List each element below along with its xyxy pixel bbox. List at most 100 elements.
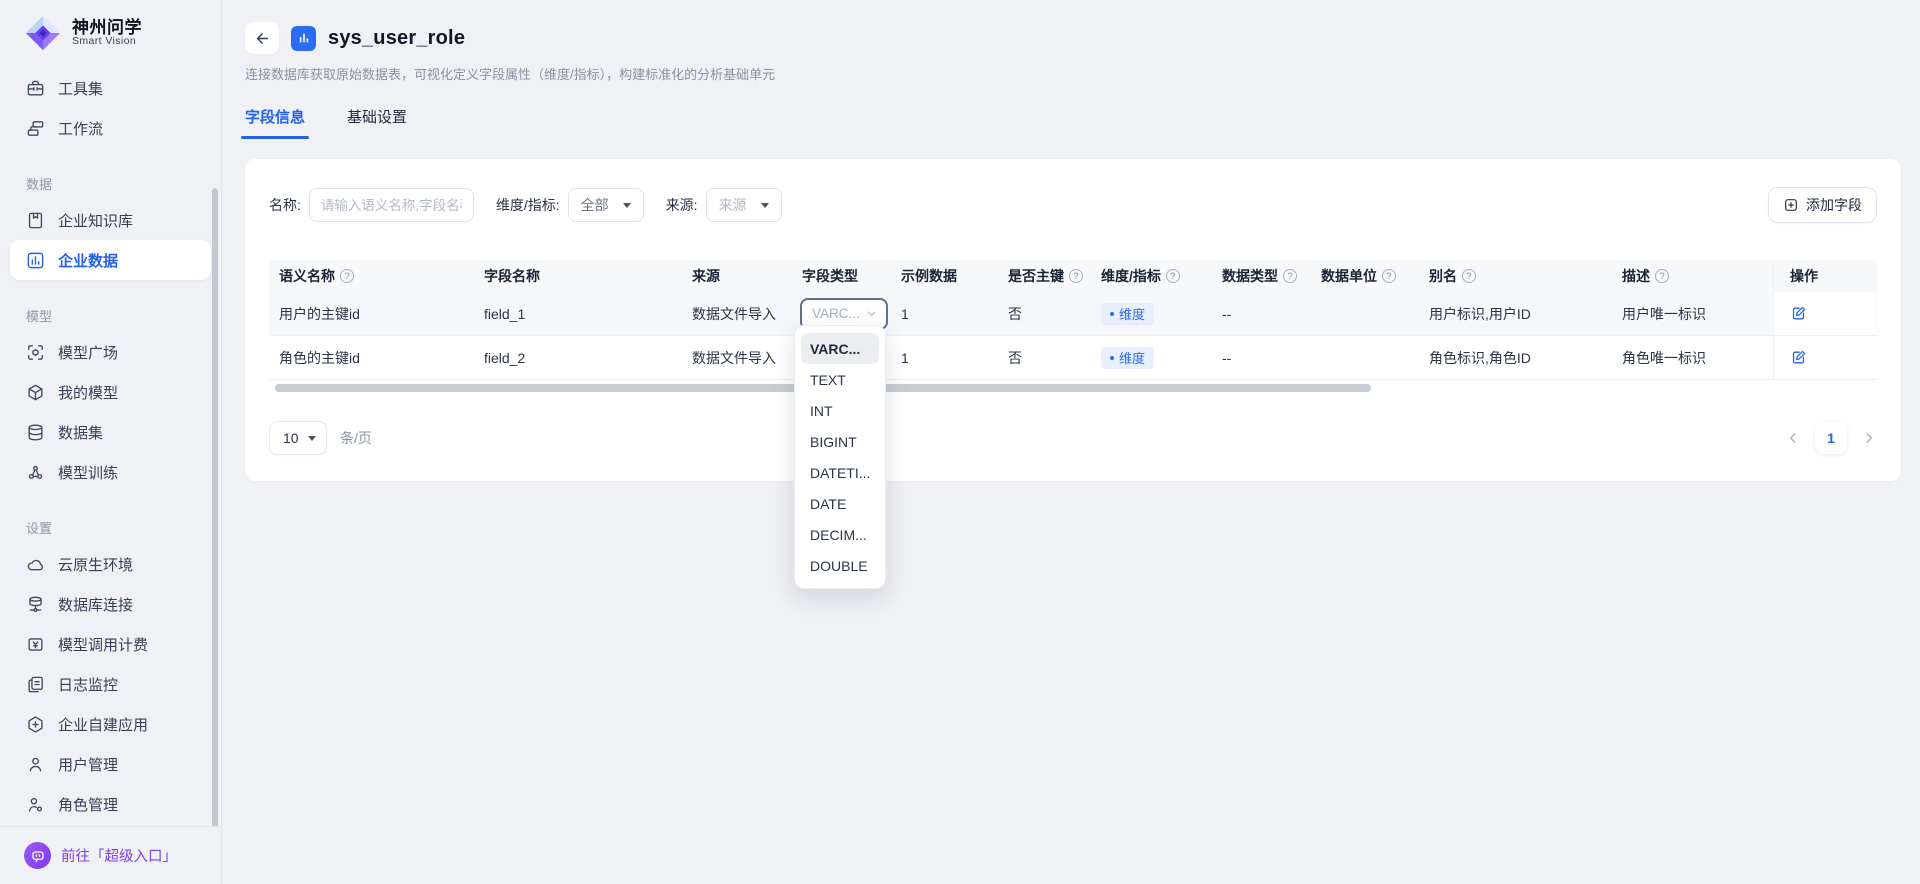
tab-basic-settings[interactable]: 基础设置	[347, 106, 407, 137]
dropdown-option-decimal[interactable]: DECIM...	[801, 519, 879, 550]
cell-source: 数据文件导入	[682, 336, 792, 379]
per-page-label: 条/页	[340, 428, 372, 448]
database-icon	[26, 423, 45, 442]
help-icon[interactable]: ?	[1655, 269, 1669, 283]
help-icon[interactable]: ?	[1382, 269, 1396, 283]
sidebar-item-model-plaza[interactable]: 模型广场	[10, 332, 211, 372]
sidebar-item-user-mgmt[interactable]: 用户管理	[10, 744, 211, 784]
name-search-input[interactable]	[309, 188, 474, 222]
sidebar-item-label: 日志监控	[58, 674, 118, 695]
sidebar-item-log-monitor[interactable]: 日志监控	[10, 664, 211, 704]
active-tab-underline	[241, 136, 309, 139]
sidebar-item-role-mgmt[interactable]: 角色管理	[10, 784, 211, 824]
dropdown-option-datetime[interactable]: DATETI...	[801, 457, 879, 488]
main-content: sys_user_role 连接数据库获取原始数据表，可视化定义字段属性（维度/…	[222, 0, 1920, 884]
add-field-button[interactable]: 添加字段	[1768, 187, 1877, 223]
brand-logo-icon	[24, 14, 62, 52]
sidebar-item-enterprise-data[interactable]: 企业数据	[10, 240, 211, 280]
table-row: 用户的主键id field_1 数据文件导入 VARC... 1 否	[269, 292, 1877, 336]
next-page-icon[interactable]	[1861, 430, 1877, 446]
sidebar-item-billing[interactable]: 模型调用计费	[10, 624, 211, 664]
dim-filter-label: 维度/指标:	[496, 195, 560, 215]
dropdown-option-int[interactable]: INT	[801, 395, 879, 426]
sidebar-item-label: 模型调用计费	[58, 634, 148, 655]
sidebar-item-datasets[interactable]: 数据集	[10, 412, 211, 452]
help-icon[interactable]: ?	[1069, 269, 1083, 283]
app-root: { "brand": { "name": "神州问学", "subtitle":…	[0, 0, 1920, 884]
help-icon[interactable]: ?	[340, 269, 354, 283]
sidebar-item-self-built-app[interactable]: 企业自建应用	[10, 704, 211, 744]
field-type-dropdown: VARC... TEXT INT BIGINT DATETI... DATE D…	[794, 325, 886, 589]
horizontal-scrollbar-track	[269, 382, 1877, 394]
sidebar-item-toolset[interactable]: 工具集	[10, 68, 211, 108]
dimension-badge: 维度	[1101, 303, 1154, 325]
cell-field: field_1	[474, 292, 682, 335]
nodes-icon	[26, 463, 45, 482]
page-title: sys_user_role	[328, 27, 465, 50]
sidebar-item-knowledge[interactable]: 企业知识库	[10, 200, 211, 240]
hexagon-plus-icon	[26, 715, 45, 734]
table-header-row: 语义名称? 字段名称 来源 字段类型 示例数据 是否主键? 维度/指标? 数据类…	[269, 260, 1877, 292]
back-button[interactable]	[245, 22, 279, 54]
sidebar-item-cloud-native[interactable]: 云原生环境	[10, 544, 211, 584]
cell-semantic: 角色的主键id	[269, 336, 474, 379]
super-entry-label: 前往「超级入口」	[61, 845, 177, 866]
edit-field-icon[interactable]	[1790, 349, 1807, 366]
table-row: 角色的主键id field_2 数据文件导入 1 否 维度 -- 角色标识,角色…	[269, 336, 1877, 380]
bar-chart-icon	[26, 251, 45, 270]
cell-dtype: --	[1212, 336, 1311, 379]
source-filter-label: 来源:	[666, 195, 698, 215]
user-icon	[26, 755, 45, 774]
current-page-button[interactable]: 1	[1815, 422, 1847, 454]
help-icon[interactable]: ?	[1283, 269, 1297, 283]
cell-sample: 1	[891, 336, 998, 379]
toolbox-icon	[26, 79, 45, 98]
caret-down-icon	[308, 436, 316, 441]
prev-page-icon[interactable]	[1785, 430, 1801, 446]
dropdown-option-bigint[interactable]: BIGINT	[801, 426, 879, 457]
tab-field-info[interactable]: 字段信息	[245, 106, 305, 137]
sidebar-item-label: 企业数据	[58, 250, 118, 271]
caret-down-icon	[623, 203, 631, 208]
sidebar-item-label: 用户管理	[58, 754, 118, 775]
help-icon[interactable]: ?	[1462, 269, 1476, 283]
field-info-card: 名称: 维度/指标: 全部 来源: 来源 添加字段	[245, 159, 1901, 481]
page-navigation: 1	[1785, 422, 1877, 454]
dimension-badge: 维度	[1101, 347, 1154, 369]
cell-sample: 1	[891, 292, 998, 335]
page-size-select[interactable]: 10	[269, 421, 327, 455]
billing-icon	[26, 635, 45, 654]
sidebar-group-data: 数据	[0, 172, 221, 194]
sidebar-item-label: 企业自建应用	[58, 714, 148, 735]
sidebar-item-label: 企业知识库	[58, 210, 133, 231]
sidebar-scroll-area[interactable]: MCP 工具集 工作流 数据 企业知识库 企业数据 模型	[0, 0, 221, 826]
cloud-icon	[26, 555, 45, 574]
pagination-bar: 10 条/页 1	[269, 421, 1877, 455]
dropdown-option-date[interactable]: DATE	[801, 488, 879, 519]
dim-filter-select[interactable]: 全部	[568, 188, 644, 222]
sidebar-item-db-connection[interactable]: 数据库连接	[10, 584, 211, 624]
super-entry-link[interactable]: 前往「超级入口」	[0, 826, 221, 884]
source-filter-select[interactable]: 来源	[706, 188, 782, 222]
cell-source: 数据文件导入	[682, 292, 792, 335]
cell-dtype: --	[1212, 292, 1311, 335]
cell-unit	[1311, 336, 1419, 379]
cell-dim: 维度	[1091, 292, 1212, 335]
sidebar-item-model-training[interactable]: 模型训练	[10, 452, 211, 492]
sidebar-item-label: 工具集	[58, 78, 103, 99]
dropdown-option-varchar[interactable]: VARC...	[801, 333, 879, 364]
brand-subtitle: Smart Vision	[72, 36, 142, 47]
sidebar-item-label: 数据集	[58, 422, 103, 443]
cell-desc: 角色唯一标识	[1612, 336, 1773, 379]
sidebar-item-workflow[interactable]: 工作流	[10, 108, 211, 148]
chevron-down-icon	[865, 307, 878, 320]
sidebar-item-my-models[interactable]: 我的模型	[10, 372, 211, 412]
cell-alias: 角色标识,角色ID	[1419, 336, 1612, 379]
dropdown-option-double[interactable]: DOUBLE	[801, 550, 879, 581]
edit-field-icon[interactable]	[1790, 305, 1807, 322]
help-icon[interactable]: ?	[1166, 269, 1180, 283]
dropdown-option-text[interactable]: TEXT	[801, 364, 879, 395]
cell-unit	[1311, 292, 1419, 335]
sidebar-scrollbar[interactable]	[212, 188, 218, 848]
page-header: sys_user_role	[245, 21, 1901, 55]
